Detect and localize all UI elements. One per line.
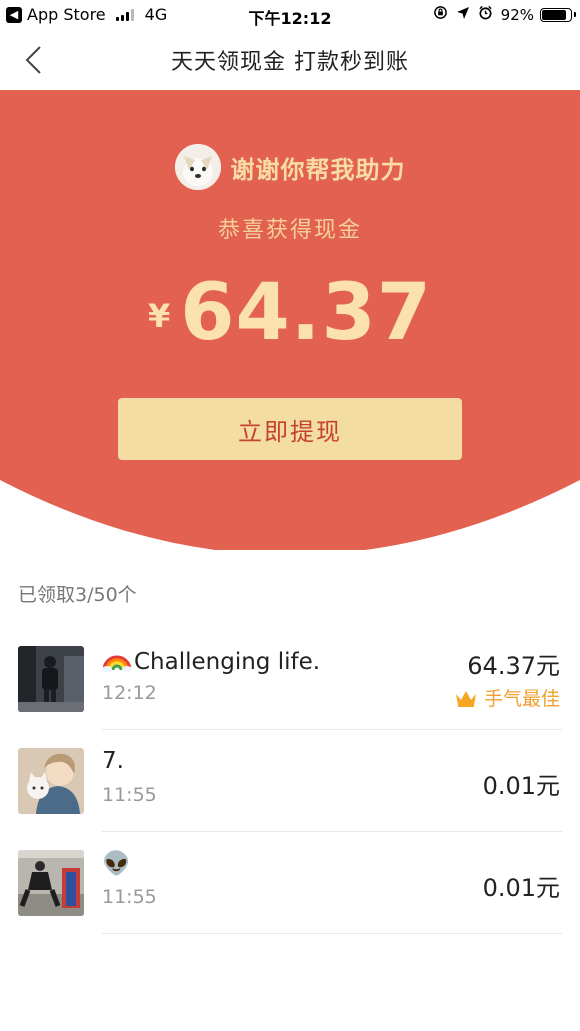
withdraw-button[interactable]: 立即提现 — [118, 398, 462, 460]
list-item[interactable]: 👽 11:55 0.01元 — [0, 832, 580, 934]
record-name: 👽 — [102, 850, 131, 877]
record-name: 7. — [102, 748, 124, 774]
inviter-avatar — [174, 144, 221, 190]
alien-emoji: 👽 — [102, 851, 131, 877]
rotation-lock-icon — [433, 5, 448, 24]
reward-header: 谢谢你帮我助力 恭喜获得现金 ¥64.37 立即提现 — [0, 90, 580, 550]
best-luck-label: 手气最佳 — [483, 688, 560, 710]
record-name-text: Challenging life. — [134, 649, 321, 675]
battery-percent: 92% — [500, 5, 534, 24]
battery-tip — [574, 11, 576, 17]
status-right: 92% — [425, 5, 576, 24]
rainbow-icon — [102, 655, 132, 672]
nav-bar: 天天领现金 打款秒到账 — [0, 30, 580, 90]
amount-value: 64.37 — [180, 268, 432, 358]
location-icon — [456, 6, 470, 24]
list-item[interactable]: 7. 11:55 0.01元 — [0, 730, 580, 832]
status-bar: ◀ App Store 4G 下午12:12 92% — [0, 0, 580, 30]
inviter-row: 谢谢你帮我助力 — [0, 144, 580, 190]
claimed-count: 已领取3/50个 — [18, 584, 137, 606]
currency-symbol: ¥ — [148, 297, 171, 335]
record-amount: 0.01元 — [482, 772, 560, 800]
thanks-text: 谢谢你帮我助力 — [230, 155, 406, 184]
record-time: 11:55 — [102, 886, 157, 908]
record-amount: 0.01元 — [482, 874, 560, 902]
avatar — [18, 748, 84, 814]
crown-icon — [455, 690, 476, 707]
battery-fill — [542, 9, 566, 20]
battery-icon — [540, 7, 576, 22]
list-item[interactable]: Challenging life. 12:12 64.37元 手气最佳 — [0, 628, 580, 730]
record-time: 12:12 — [102, 682, 157, 704]
congrats-subtitle: 恭喜获得现金 — [217, 218, 362, 243]
best-luck-badge: 手气最佳 — [454, 684, 560, 711]
avatar — [18, 850, 84, 916]
record-amount: 64.37元 — [467, 652, 560, 680]
cash-amount: ¥64.37 — [0, 268, 580, 358]
page-title: 天天领现金 打款秒到账 — [171, 50, 409, 75]
divider — [102, 933, 562, 934]
record-name: Challenging life. — [102, 646, 320, 675]
page: ◀ App Store 4G 下午12:12 92% 天天领现金 打款秒到账 谢… — [0, 0, 580, 1031]
alarm-icon — [478, 5, 493, 24]
avatar — [18, 646, 84, 712]
record-time: 11:55 — [102, 784, 157, 806]
